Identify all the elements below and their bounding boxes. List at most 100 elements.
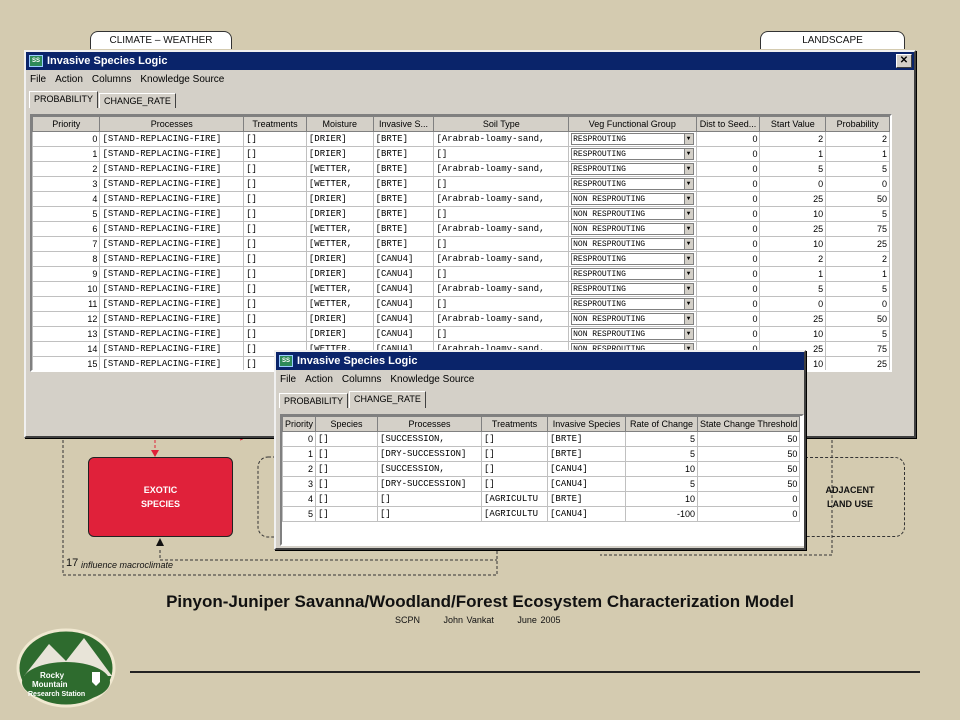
table-row[interactable]: 5[][] [AGRICULTU [CANU4] -100 0 — [282, 506, 801, 522]
table-cell[interactable]: 0 — [695, 266, 761, 282]
dropdown-arrow-icon[interactable]: ▼ — [683, 239, 693, 249]
veg-group-dropdown[interactable]: NON RESPROUTING ▼ — [571, 193, 694, 205]
veg-group-dropdown[interactable]: RESPROUTING ▼ — [571, 298, 694, 310]
table-cell[interactable]: [] — [243, 296, 307, 312]
table-cell[interactable]: [] — [377, 491, 483, 507]
table-cell[interactable]: 1 — [759, 266, 827, 282]
menu2-knowledge-source[interactable]: Knowledge Source — [390, 374, 474, 385]
table-cell[interactable]: NON RESPROUTING ▼ — [568, 326, 697, 342]
table-cell[interactable]: -100 — [625, 506, 699, 522]
table-cell[interactable]: 0 — [759, 296, 827, 312]
menu-file[interactable]: File — [30, 74, 46, 85]
table-row[interactable]: 10 [STAND-REPLACING-FIRE][] [WETTER, [CANU4… — [32, 281, 890, 297]
table-cell[interactable]: 1 — [825, 266, 890, 282]
table-cell[interactable]: [BRTE] — [372, 236, 435, 252]
table-cell[interactable]: [DRY-SUCCESSION] — [377, 446, 483, 462]
table-row[interactable]: 13 [STAND-REPLACING-FIRE][] [DRIER] [CANU4]… — [32, 326, 890, 342]
table-cell[interactable]: 0 — [695, 161, 761, 177]
dropdown-arrow-icon[interactable]: ▼ — [683, 149, 693, 159]
table-cell[interactable]: [] — [243, 266, 307, 282]
table-cell[interactable]: 9 — [32, 266, 101, 282]
table-cell[interactable]: [STAND-REPLACING-FIRE] — [99, 251, 245, 267]
table-cell[interactable]: 50 — [825, 311, 890, 327]
table-cell[interactable]: NON RESPROUTING ▼ — [568, 206, 697, 222]
table-cell[interactable]: 5 — [825, 281, 890, 297]
table-cell[interactable]: [DRIER] — [305, 206, 374, 222]
table-cell[interactable]: [AGRICULTU — [481, 491, 549, 507]
table-row[interactable]: 2 [STAND-REPLACING-FIRE][] [WETTER, [BRTE][… — [32, 161, 890, 177]
table-cell[interactable]: 0 — [695, 191, 761, 207]
table-cell[interactable]: [DRIER] — [305, 326, 374, 342]
table-cell[interactable]: 5 — [825, 206, 890, 222]
table-cell[interactable]: NON RESPROUTING ▼ — [568, 221, 697, 237]
dropdown-arrow-icon[interactable]: ▼ — [683, 299, 693, 309]
table-cell[interactable]: [] — [243, 326, 307, 342]
table-cell[interactable]: [STAND-REPLACING-FIRE] — [99, 341, 245, 357]
table-cell[interactable]: [] — [433, 296, 570, 312]
table-cell[interactable]: [Arabrab-loamy-sand, — [433, 221, 570, 237]
table-cell[interactable]: 25 — [825, 356, 890, 370]
table-cell[interactable]: [DRIER] — [305, 251, 374, 267]
dropdown-arrow-icon[interactable]: ▼ — [683, 314, 693, 324]
tab2-probability[interactable]: PROBABILITY — [279, 393, 349, 408]
table-cell[interactable]: 75 — [825, 221, 890, 237]
table-cell[interactable]: [] — [433, 176, 570, 192]
table-row[interactable]: 12 [STAND-REPLACING-FIRE][] [DRIER] [CANU4]… — [32, 311, 890, 327]
table-cell[interactable]: [] — [315, 491, 379, 507]
table-cell[interactable]: [Arabrab-loamy-sand, — [433, 281, 570, 297]
table-cell[interactable]: [CANU4] — [372, 326, 435, 342]
table-cell[interactable]: 25 — [825, 236, 890, 252]
table-cell[interactable]: 75 — [825, 341, 890, 357]
table-cell[interactable]: [CANU4] — [547, 476, 627, 492]
table-cell[interactable]: 7 — [32, 236, 101, 252]
menu2-action[interactable]: Action — [305, 374, 333, 385]
table-cell[interactable]: [WETTER, — [305, 161, 374, 177]
table-cell[interactable]: [BRTE] — [372, 206, 435, 222]
table-cell[interactable]: [] — [481, 461, 549, 477]
table-cell[interactable]: [BRTE] — [372, 131, 435, 147]
table-cell[interactable]: 4 — [282, 491, 317, 507]
table-cell[interactable]: 0 — [695, 236, 761, 252]
table-row[interactable]: 4 [STAND-REPLACING-FIRE][] [DRIER] [BRTE] [A… — [32, 191, 890, 207]
table-cell[interactable]: 0 — [282, 431, 317, 447]
table-cell[interactable]: [CANU4] — [372, 296, 435, 312]
veg-group-dropdown[interactable]: NON RESPROUTING ▼ — [571, 208, 694, 220]
table-cell[interactable]: 50 — [697, 461, 801, 477]
table-row[interactable]: 7 [STAND-REPLACING-FIRE][] [WETTER, [BRTE][… — [32, 236, 890, 252]
table-cell[interactable]: 0 — [695, 251, 761, 267]
table-cell[interactable]: [STAND-REPLACING-FIRE] — [99, 266, 245, 282]
dropdown-arrow-icon[interactable]: ▼ — [683, 254, 693, 264]
table-cell[interactable]: 15 — [32, 356, 101, 370]
table-cell[interactable]: [STAND-REPLACING-FIRE] — [99, 161, 245, 177]
menu2-columns[interactable]: Columns — [342, 374, 381, 385]
table-cell[interactable]: [CANU4] — [372, 251, 435, 267]
dropdown-arrow-icon[interactable]: ▼ — [683, 209, 693, 219]
table-cell[interactable]: [CANU4] — [372, 266, 435, 282]
table-cell[interactable]: [] — [243, 236, 307, 252]
table-cell[interactable]: [BRTE] — [547, 431, 627, 447]
table-cell[interactable]: 13 — [32, 326, 101, 342]
table-row[interactable]: 1[] [DRY-SUCCESSION][] [BRTE] 5 50 — [282, 446, 801, 462]
table-row[interactable]: 1 [STAND-REPLACING-FIRE][] [DRIER] [BRTE][]… — [32, 146, 890, 162]
column-header[interactable]: State Change Threshold — [697, 416, 801, 432]
table-cell[interactable]: [] — [243, 311, 307, 327]
tab2-change-rate[interactable]: CHANGE_RATE — [349, 391, 426, 408]
table-cell[interactable]: 10 — [625, 491, 699, 507]
table-cell[interactable]: [] — [315, 431, 379, 447]
table-cell[interactable]: 0 — [695, 131, 761, 147]
table-cell[interactable]: [STAND-REPLACING-FIRE] — [99, 191, 245, 207]
table-cell[interactable]: 10 — [759, 236, 827, 252]
table-row[interactable]: 0 [STAND-REPLACING-FIRE][] [DRIER] [BRTE] [A… — [32, 131, 890, 147]
table-cell[interactable]: [] — [315, 446, 379, 462]
table-cell[interactable]: [WETTER, — [305, 296, 374, 312]
dropdown-arrow-icon[interactable]: ▼ — [683, 194, 693, 204]
table-cell[interactable]: 25 — [759, 311, 827, 327]
table-cell[interactable]: RESPROUTING ▼ — [568, 281, 697, 297]
table-cell[interactable]: [] — [481, 431, 549, 447]
veg-group-dropdown[interactable]: RESPROUTING ▼ — [571, 163, 694, 175]
table-row[interactable]: 11 [STAND-REPLACING-FIRE][] [WETTER, [CANU4… — [32, 296, 890, 312]
table-cell[interactable]: [] — [315, 476, 379, 492]
veg-group-dropdown[interactable]: RESPROUTING ▼ — [571, 133, 694, 145]
table-cell[interactable]: [STAND-REPLACING-FIRE] — [99, 176, 245, 192]
table-cell[interactable]: [DRIER] — [305, 266, 374, 282]
